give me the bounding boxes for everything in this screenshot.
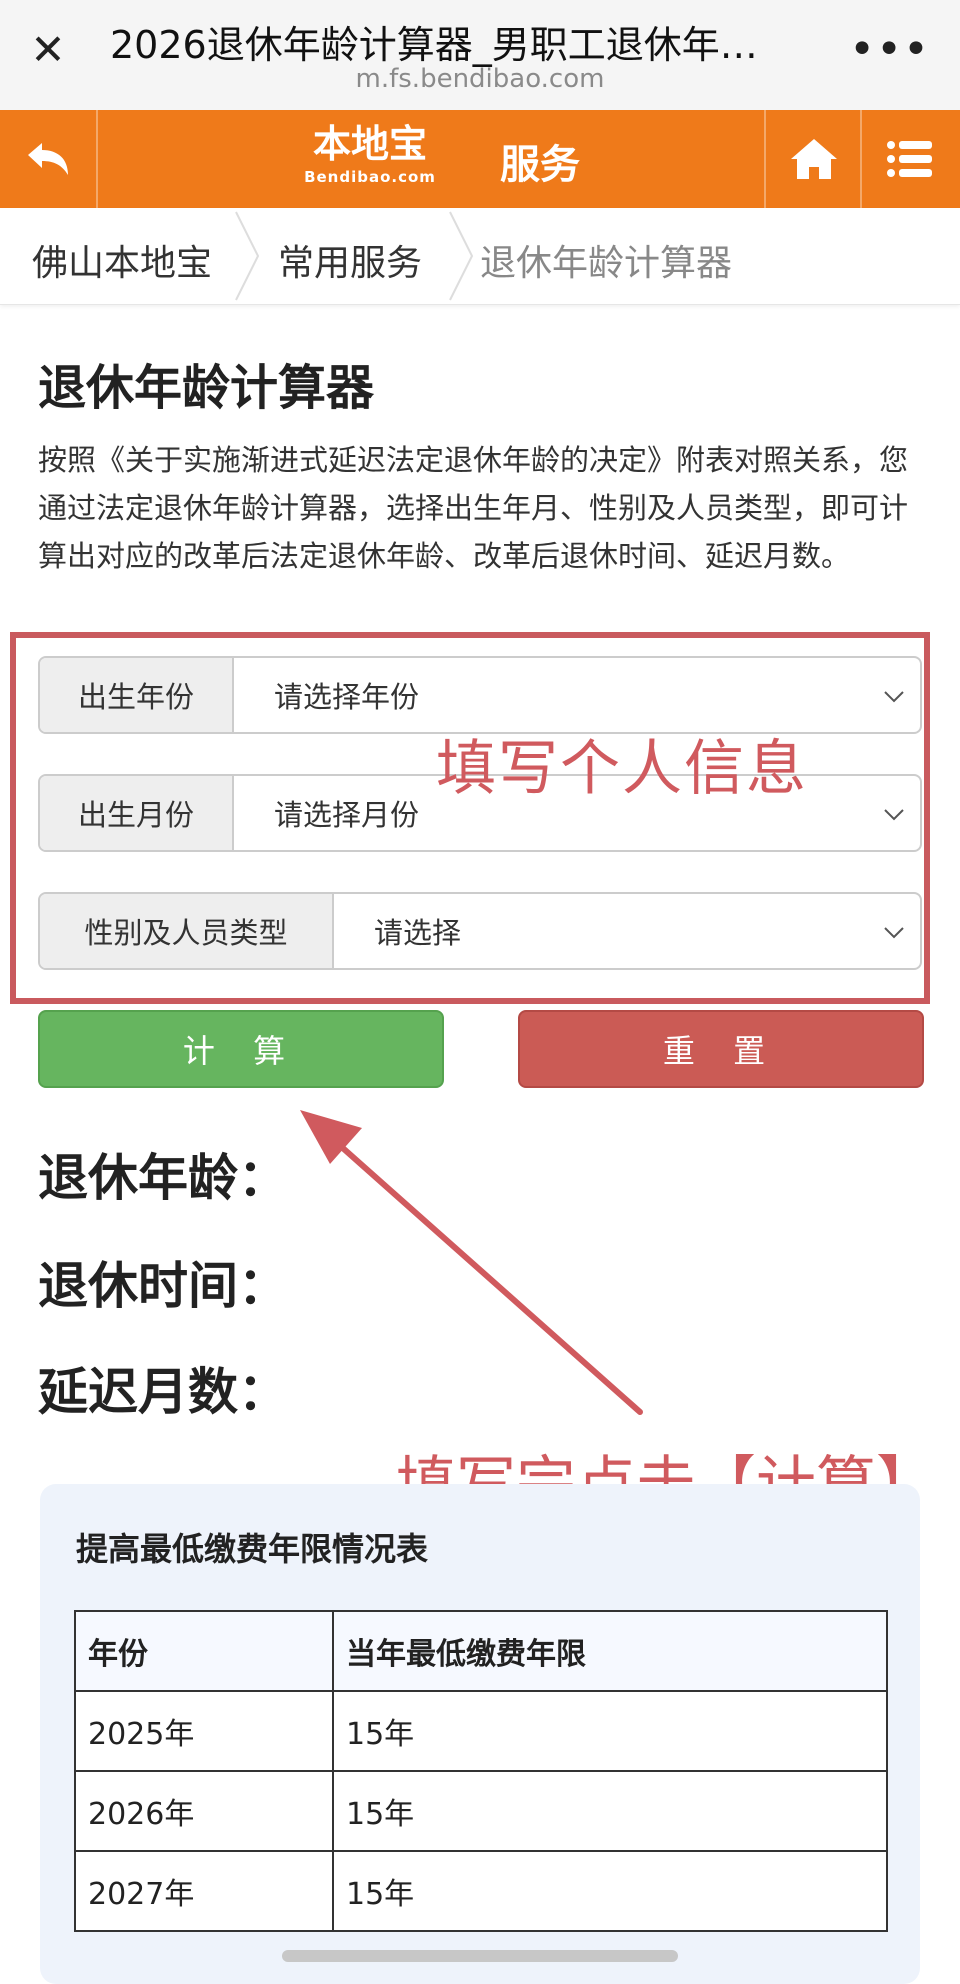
- more-dots-icon[interactable]: •••: [849, 24, 930, 75]
- service-label: 服务: [500, 142, 580, 188]
- breadcrumb-separator-icon: [449, 211, 474, 301]
- breadcrumb-item-current: 退休年龄计算器: [480, 243, 733, 284]
- table-cell-years: 15年: [332, 1690, 888, 1772]
- table-cell-years: 15年: [332, 1850, 888, 1932]
- breadcrumb-item-services[interactable]: 常用服务: [278, 234, 422, 286]
- page-description: 按照《关于实施渐进式延迟法定退休年龄的决定》附表对照关系，您通过法定退休年龄计算…: [38, 443, 909, 573]
- back-button[interactable]: [0, 110, 98, 208]
- back-arrow-icon: [28, 143, 68, 175]
- birth-month-select[interactable]: 请选择月份: [274, 776, 419, 850]
- logo-text: 本地宝: [312, 121, 427, 166]
- table-header-row: 年份 当年最低缴费年限: [74, 1610, 888, 1692]
- chevron-down-icon: [884, 927, 904, 939]
- fee-table: 年份 当年最低缴费年限 2025年 15年 2026年 15年 2027年 15…: [74, 1610, 888, 1932]
- breadcrumb: 佛山本地宝 常用服务 退休年龄计算器: [0, 208, 960, 305]
- gender-type-label: 性别及人员类型: [40, 894, 334, 968]
- logo[interactable]: 本地宝 Bendibao.com: [280, 122, 460, 198]
- table-cell-years: 15年: [332, 1770, 888, 1852]
- gender-type-field[interactable]: 性别及人员类型 请选择: [38, 892, 922, 970]
- chevron-down-icon: [884, 809, 904, 821]
- app-header: 本地宝 Bendibao.com 服务: [0, 110, 960, 208]
- table-row: 2025年 15年: [74, 1690, 888, 1772]
- delay-months-label: 延迟月数：: [38, 1363, 288, 1421]
- home-indicator[interactable]: [282, 1950, 678, 1962]
- close-icon[interactable]: ✕: [28, 29, 68, 71]
- table-cell-year: 2026年: [74, 1770, 334, 1852]
- birth-year-label: 出生年份: [40, 658, 234, 732]
- fee-table-card: 提高最低缴费年限情况表 年份 当年最低缴费年限 2025年 15年 2026年 …: [40, 1484, 920, 1984]
- retire-age-label: 退休年龄：: [38, 1149, 288, 1207]
- birth-year-select[interactable]: 请选择年份: [274, 658, 419, 732]
- retire-time-label: 退休时间：: [38, 1257, 288, 1315]
- table-cell-year: 2025年: [74, 1690, 334, 1772]
- home-button[interactable]: [764, 110, 862, 208]
- table-row: 2026年 15年: [74, 1770, 888, 1852]
- table-row: 2027年 15年: [74, 1850, 888, 1932]
- menu-button[interactable]: [860, 110, 958, 208]
- menu-icon: [887, 141, 932, 177]
- browser-bar: ✕ 2026退休年龄计算器_男职工退休年… m.fs.bendibao.com …: [0, 0, 960, 111]
- gender-type-select[interactable]: 请选择: [374, 894, 461, 968]
- browser-title: 2026退休年龄计算器_男职工退休年…: [110, 23, 758, 67]
- calculate-button[interactable]: 计 算: [38, 1010, 444, 1088]
- reset-button[interactable]: 重 置: [518, 1010, 924, 1088]
- table-cell-year: 2027年: [74, 1850, 334, 1932]
- birth-month-label: 出生月份: [40, 776, 234, 850]
- chevron-down-icon: [884, 691, 904, 703]
- annotation-fill-info: 填写个人信息: [436, 734, 808, 804]
- table-header-years: 当年最低缴费年限: [332, 1610, 888, 1692]
- logo-subtext: Bendibao.com: [304, 168, 436, 186]
- breadcrumb-item-home[interactable]: 佛山本地宝: [32, 234, 212, 286]
- home-icon: [791, 139, 837, 179]
- table-title: 提高最低缴费年限情况表: [76, 1530, 429, 1568]
- page-title: 退休年龄计算器: [38, 360, 375, 416]
- table-header-year: 年份: [74, 1610, 334, 1692]
- breadcrumb-separator-icon: [235, 211, 260, 301]
- browser-url[interactable]: m.fs.bendibao.com: [110, 64, 850, 94]
